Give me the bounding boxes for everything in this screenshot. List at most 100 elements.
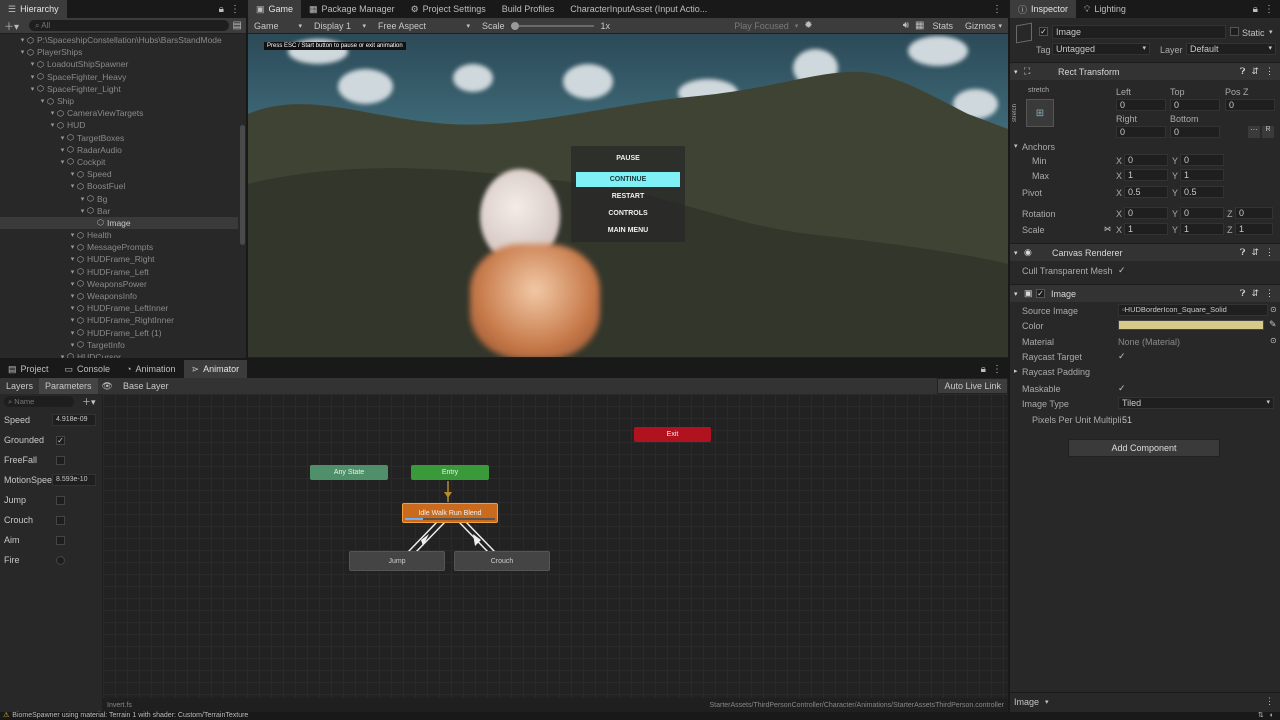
pause-menu-item[interactable]: MAIN MENU: [576, 223, 680, 238]
layers-tab[interactable]: Layers: [0, 378, 39, 394]
material-field[interactable]: None (Material): [1118, 337, 1180, 347]
scale-control[interactable]: Scale 1x: [476, 18, 616, 34]
expand-arrow-icon[interactable]: ▾: [68, 280, 77, 288]
rt-rotation-y-field[interactable]: 0: [1180, 207, 1224, 219]
display-dropdown[interactable]: Display 1 ▾: [308, 18, 372, 34]
object-active-checkbox[interactable]: ✓: [1039, 27, 1048, 36]
tab-bottom-3[interactable]: ⋗ Animator: [183, 360, 248, 378]
chevron-down-icon[interactable]: ▾: [1269, 28, 1273, 36]
bug-icon[interactable]: ✹: [804, 20, 812, 31]
left-field[interactable]: 0: [1116, 99, 1166, 111]
help-icon[interactable]: ❓︎: [1240, 247, 1245, 258]
blueprint-icon[interactable]: ⋯: [1248, 126, 1260, 138]
expand-arrow-icon[interactable]: ▾: [58, 134, 67, 142]
hierarchy-item[interactable]: ▾ ⬡ Speed: [0, 168, 238, 180]
color-swatch[interactable]: [1118, 320, 1264, 330]
expand-arrow-icon[interactable]: ▾: [28, 60, 37, 68]
ppu-field[interactable]: 51: [1122, 415, 1132, 425]
add-icon[interactable]: ＋▾: [4, 18, 19, 33]
right-field[interactable]: 0: [1116, 126, 1166, 138]
expand-arrow-icon[interactable]: ▾: [48, 121, 57, 129]
pause-menu-item[interactable]: CONTROLS: [576, 206, 680, 221]
hierarchy-item[interactable]: ▾ ⬡ LoadoutShipSpawner: [0, 58, 238, 70]
parameter-checkbox[interactable]: [56, 515, 65, 525]
parameter-row[interactable]: Speed 4.918e-09: [0, 411, 100, 429]
tab-center-4[interactable]: CharacterInputAsset (Input Actio...: [562, 0, 715, 18]
source-image-field[interactable]: ▫HUDBorderIcon_Square_Solid: [1118, 304, 1268, 316]
hierarchy-item[interactable]: ▾ ⬡ PlayerShips: [0, 46, 238, 58]
expand-arrow-icon[interactable]: ▾: [68, 316, 77, 324]
more-menu-icon[interactable]: ⋮: [1265, 247, 1274, 258]
more-menu-icon[interactable]: ⋮: [1265, 66, 1274, 77]
lock-icon[interactable]: 🔒︎: [219, 4, 224, 15]
more-menu-icon[interactable]: ⋮: [1264, 4, 1274, 15]
scene-visibility-icon[interactable]: ▤: [233, 20, 242, 31]
raw-edit-icon[interactable]: R: [1262, 126, 1274, 138]
base-layer-breadcrumb[interactable]: Base Layer: [117, 378, 175, 394]
preview-label[interactable]: Image: [1014, 697, 1039, 707]
eye-icon[interactable]: 👁︎: [102, 381, 113, 392]
tab-center-1[interactable]: ▦ Package Manager: [301, 0, 403, 18]
lock-icon[interactable]: 🔒︎: [1253, 4, 1258, 15]
raycast-target-checkbox[interactable]: ✓: [1118, 351, 1126, 362]
canvas-renderer-header[interactable]: ▾ ◉ Canvas Renderer ❓︎ ⇵ ⋮: [1010, 243, 1280, 261]
crouch-node[interactable]: Crouch: [454, 551, 550, 571]
scale-slider-thumb[interactable]: [510, 21, 519, 30]
scale-slider[interactable]: [510, 21, 595, 30]
object-name-field[interactable]: Image: [1052, 25, 1226, 39]
parameter-value-field[interactable]: 8.593e-10: [52, 474, 96, 486]
rt-scale-y-field[interactable]: 1: [1180, 223, 1224, 235]
hierarchy-item[interactable]: ▾ ⬡ MessagePrompts: [0, 241, 238, 253]
hierarchy-item[interactable]: ▾ ⬡ WeaponsInfo: [0, 290, 238, 302]
stats-button[interactable]: Stats: [926, 18, 959, 34]
hierarchy-item[interactable]: ▾ ⬡ HUDFrame_LeftInner: [0, 302, 238, 314]
image-enabled-checkbox[interactable]: ✓: [1036, 289, 1045, 298]
chevron-right-icon[interactable]: ▸: [1014, 367, 1018, 375]
hierarchy-item[interactable]: ▾ ⬡ WeaponsPower: [0, 278, 238, 290]
animator-graph[interactable]: Exit Any State Entry Idle Walk Run Blend…: [103, 394, 1008, 698]
hierarchy-item[interactable]: ▾ ⬡ SpaceFighter_Heavy: [0, 71, 238, 83]
tab-center-3[interactable]: Build Profiles: [494, 0, 563, 18]
cull-checkbox[interactable]: ✓: [1118, 265, 1126, 276]
expand-arrow-icon[interactable]: ▾: [68, 255, 77, 263]
auto-live-link-button[interactable]: Auto Live Link: [937, 378, 1008, 394]
expand-arrow-icon[interactable]: ▾: [18, 48, 27, 56]
expand-arrow-icon[interactable]: ▾: [38, 97, 47, 105]
rt-min-y-field[interactable]: 0: [1180, 154, 1224, 166]
hierarchy-item[interactable]: ▾ ⬡ SpaceFighter_Light: [0, 83, 238, 95]
hierarchy-item[interactable]: ▾ ⬡ Health: [0, 229, 238, 241]
hierarchy-item[interactable]: ▾ ⬡ TargetInfo: [0, 339, 238, 351]
game-mode-dropdown[interactable]: Game ▾: [248, 18, 308, 34]
expand-arrow-icon[interactable]: ▾: [68, 304, 77, 312]
expand-arrow-icon[interactable]: ▾: [78, 195, 87, 203]
pause-menu-item[interactable]: RESTART: [576, 189, 680, 204]
rect-transform-header[interactable]: ▾ ⛶ Rect Transform ❓︎ ⇵ ⋮: [1010, 62, 1280, 80]
hierarchy-item[interactable]: ▾ ⬡ HUD: [0, 119, 238, 131]
more-menu-icon[interactable]: ⋮: [992, 364, 1002, 375]
rt-pivot-x-field[interactable]: 0.5: [1124, 186, 1168, 198]
audio-icon[interactable]: 🔊︎: [903, 20, 909, 31]
parameter-row[interactable]: MotionSpeed 8.593e-10: [0, 471, 100, 489]
blend-tree-node[interactable]: Idle Walk Run Blend: [402, 503, 498, 523]
rt-scale-x-field[interactable]: 1: [1124, 223, 1168, 235]
param-search-input[interactable]: ⌕ Name: [4, 396, 74, 407]
hierarchy-item[interactable]: ▾ ⬡ Bg: [0, 192, 238, 204]
hierarchy-item[interactable]: ▾ ⬡ CameraViewTargets: [0, 107, 238, 119]
add-parameter-icon[interactable]: ＋▾: [82, 395, 96, 408]
expand-arrow-icon[interactable]: ▾: [58, 353, 67, 358]
object-picker-icon[interactable]: ⊙: [1270, 305, 1277, 314]
aspect-dropdown[interactable]: Free Aspect ▾: [372, 18, 476, 34]
hierarchy-item[interactable]: ▾ ⬡ Bar: [0, 205, 238, 217]
parameter-checkbox[interactable]: ✓: [56, 435, 65, 445]
trigger-radio[interactable]: [56, 555, 65, 565]
expand-arrow-icon[interactable]: ▾: [68, 329, 77, 337]
parameter-row[interactable]: FreeFall: [0, 451, 100, 469]
gizmos-dropdown[interactable]: Gizmos ▾: [959, 18, 1008, 34]
parameter-row[interactable]: Jump: [0, 491, 100, 509]
hierarchy-item[interactable]: ▾ ⬡ HUDFrame_Left (1): [0, 327, 238, 339]
expand-arrow-icon[interactable]: ▾: [68, 182, 77, 190]
parameter-value-field[interactable]: 4.918e-09: [52, 414, 96, 426]
preset-icon[interactable]: ⇵: [1251, 66, 1259, 77]
expand-arrow-icon[interactable]: ▾: [58, 158, 67, 166]
expand-arrow-icon[interactable]: ▾: [58, 146, 67, 154]
